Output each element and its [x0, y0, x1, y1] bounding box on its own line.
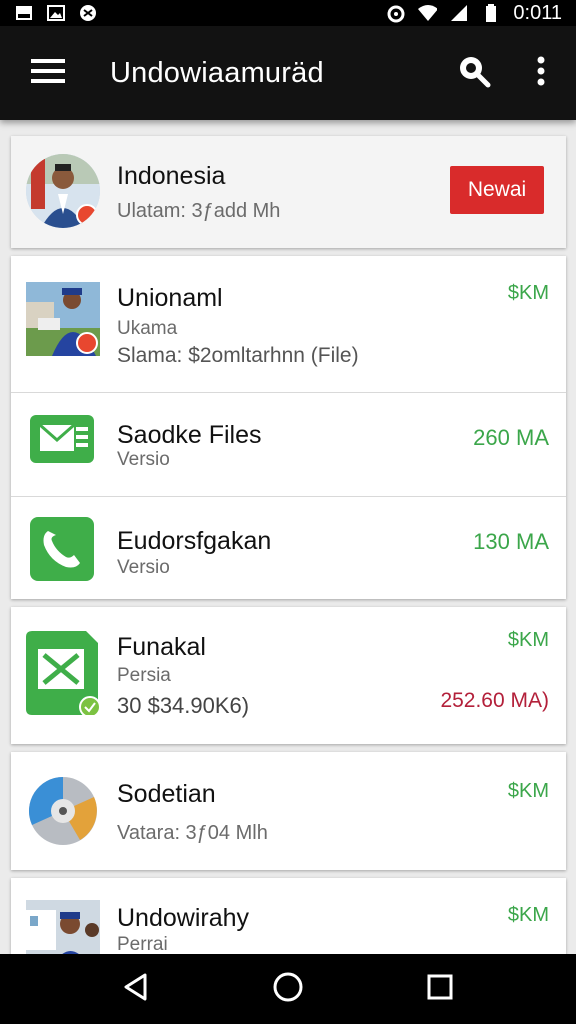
wifi-icon: [417, 4, 438, 22]
featured-card[interactable]: Indonesia Ulatam: 3ƒadd Mh Newai: [11, 136, 566, 248]
green-phone-icon: [30, 517, 94, 581]
recents-icon: [426, 973, 454, 1006]
battery-icon: [481, 4, 501, 22]
item-title: Eudorsfgakan: [117, 527, 272, 555]
status-bar: 0:011: [0, 0, 576, 26]
back-button[interactable]: [106, 959, 166, 1019]
item-title: Sodetian: [117, 780, 216, 808]
item-meta: $KM: [507, 629, 549, 651]
list-item[interactable]: Unionaml Ukama Slama: $2omltarhnn (File)…: [11, 256, 566, 392]
item-title: Undowirahy: [117, 904, 250, 932]
search-icon: [457, 54, 491, 93]
notification-icon: [14, 4, 34, 22]
item-meta: $KM: [507, 904, 549, 926]
item-title: Saodke Files: [117, 421, 262, 449]
search-button[interactable]: [442, 26, 506, 120]
list-item[interactable]: Saodke Files Versio 260 MA: [11, 392, 566, 496]
menu-icon: [31, 58, 65, 89]
signal-icon: [449, 4, 469, 22]
item-meta: 130 MA: [473, 529, 549, 554]
green-mail-icon: [30, 413, 94, 465]
back-icon: [121, 972, 151, 1007]
item-subtitle: Versio: [117, 557, 170, 578]
app-card-undowirahy[interactable]: Undowirahy Perrai $KM: [11, 878, 566, 954]
item-meta: $KM: [507, 282, 549, 304]
item-subtitle: Ukama: [117, 318, 178, 339]
home-button[interactable]: [258, 959, 318, 1019]
home-icon: [272, 971, 304, 1008]
status-badge: [76, 332, 98, 354]
more-vert-icon: [537, 56, 545, 91]
avatar: [26, 154, 100, 228]
app-card-funakal[interactable]: Funakal Persia 30 $34.90K6) $KM 252.60 M…: [11, 607, 566, 744]
photo-thumbnail: [26, 900, 100, 954]
app-card-sodetian[interactable]: Sodetian Vatara: 3ƒ04 Mlh $KM: [11, 752, 566, 870]
item-subtitle: Versio: [117, 449, 170, 470]
item-title: Funakal: [117, 633, 206, 661]
app-bar: Undowiaamuräd: [0, 26, 576, 120]
content-list: Indonesia Ulatam: 3ƒadd Mh Newai Unionam…: [0, 120, 576, 954]
item-meta: 260 MA: [473, 425, 549, 450]
android-icon: [78, 4, 98, 22]
new-button[interactable]: Newai: [450, 166, 544, 214]
photo-thumbnail: [26, 282, 100, 356]
status-badge: [76, 204, 98, 226]
item-meta: $KM: [507, 780, 549, 802]
app-list-card: Unionaml Ukama Slama: $2omltarhnn (File)…: [11, 256, 566, 599]
featured-title: Indonesia: [117, 162, 226, 190]
more-options-button[interactable]: [506, 26, 576, 120]
list-item[interactable]: Eudorsfgakan Versio 130 MA: [11, 496, 566, 599]
disc-icon: [28, 776, 98, 846]
app-title: Undowiaamuräd: [110, 56, 324, 89]
item-title: Unionaml: [117, 284, 223, 312]
item-subtitle: Vatara: 3ƒ04 Mlh: [117, 822, 268, 844]
menu-button[interactable]: [0, 26, 96, 120]
item-detail: Slama: $2omltarhnn (File): [117, 344, 359, 367]
item-meta-secondary: 252.60 MA): [440, 689, 549, 712]
alarm-icon: [385, 4, 405, 23]
green-sheet-icon: [26, 631, 104, 715]
item-subtitle: Perrai: [117, 934, 168, 954]
item-detail: 30 $34.90K6): [117, 693, 250, 718]
image-icon: [46, 4, 66, 22]
featured-subtitle: Ulatam: 3ƒadd Mh: [117, 200, 281, 222]
recents-button[interactable]: [410, 959, 470, 1019]
navigation-bar: [0, 954, 576, 1024]
status-time: 0:011: [513, 1, 562, 24]
item-subtitle: Persia: [117, 665, 171, 686]
